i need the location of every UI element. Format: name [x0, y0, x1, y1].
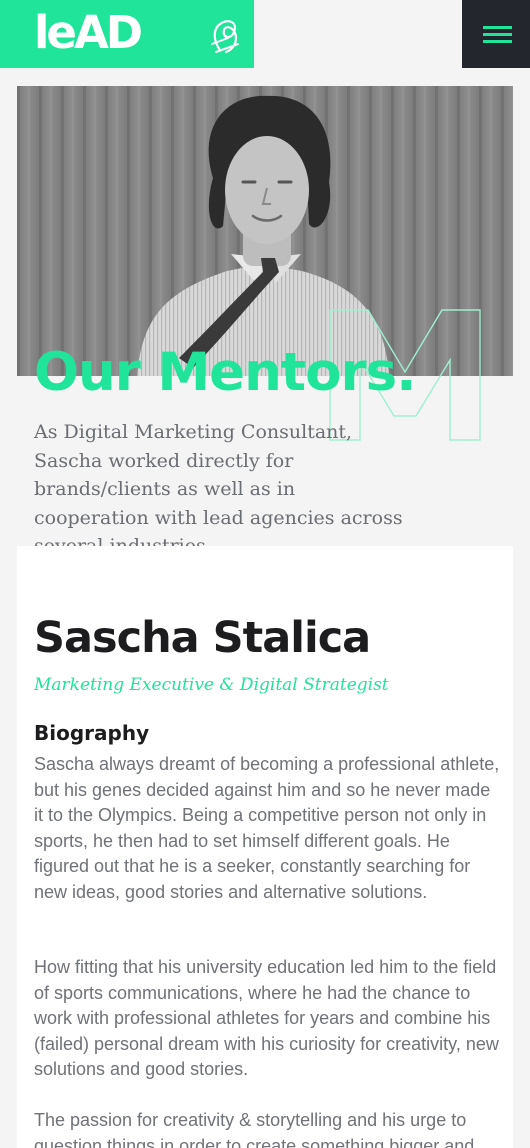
mentor-role: Marketing Executive & Digital Strategist: [34, 675, 389, 695]
biography-heading: Biography: [34, 721, 150, 745]
biography-paragraph: Sascha always dreamt of becoming a profe…: [34, 754, 500, 902]
hamburger-menu-icon[interactable]: [462, 0, 530, 68]
biography-paragraph: How fitting that his university educatio…: [34, 957, 499, 1079]
page-title: Our Mentors.: [34, 342, 416, 403]
mentor-card: Sascha Stalica Marketing Executive & Dig…: [17, 546, 513, 1148]
biography-paragraph: The passion for creativity & storytellin…: [34, 1110, 475, 1148]
mentor-name: Sascha Stalica: [34, 613, 371, 663]
logo-text: leAD: [34, 6, 143, 59]
lead-signature-icon: [211, 20, 239, 54]
logo-block[interactable]: leAD: [0, 0, 254, 68]
hero-description: As Digital Marketing Consultant, Sascha …: [34, 421, 403, 557]
